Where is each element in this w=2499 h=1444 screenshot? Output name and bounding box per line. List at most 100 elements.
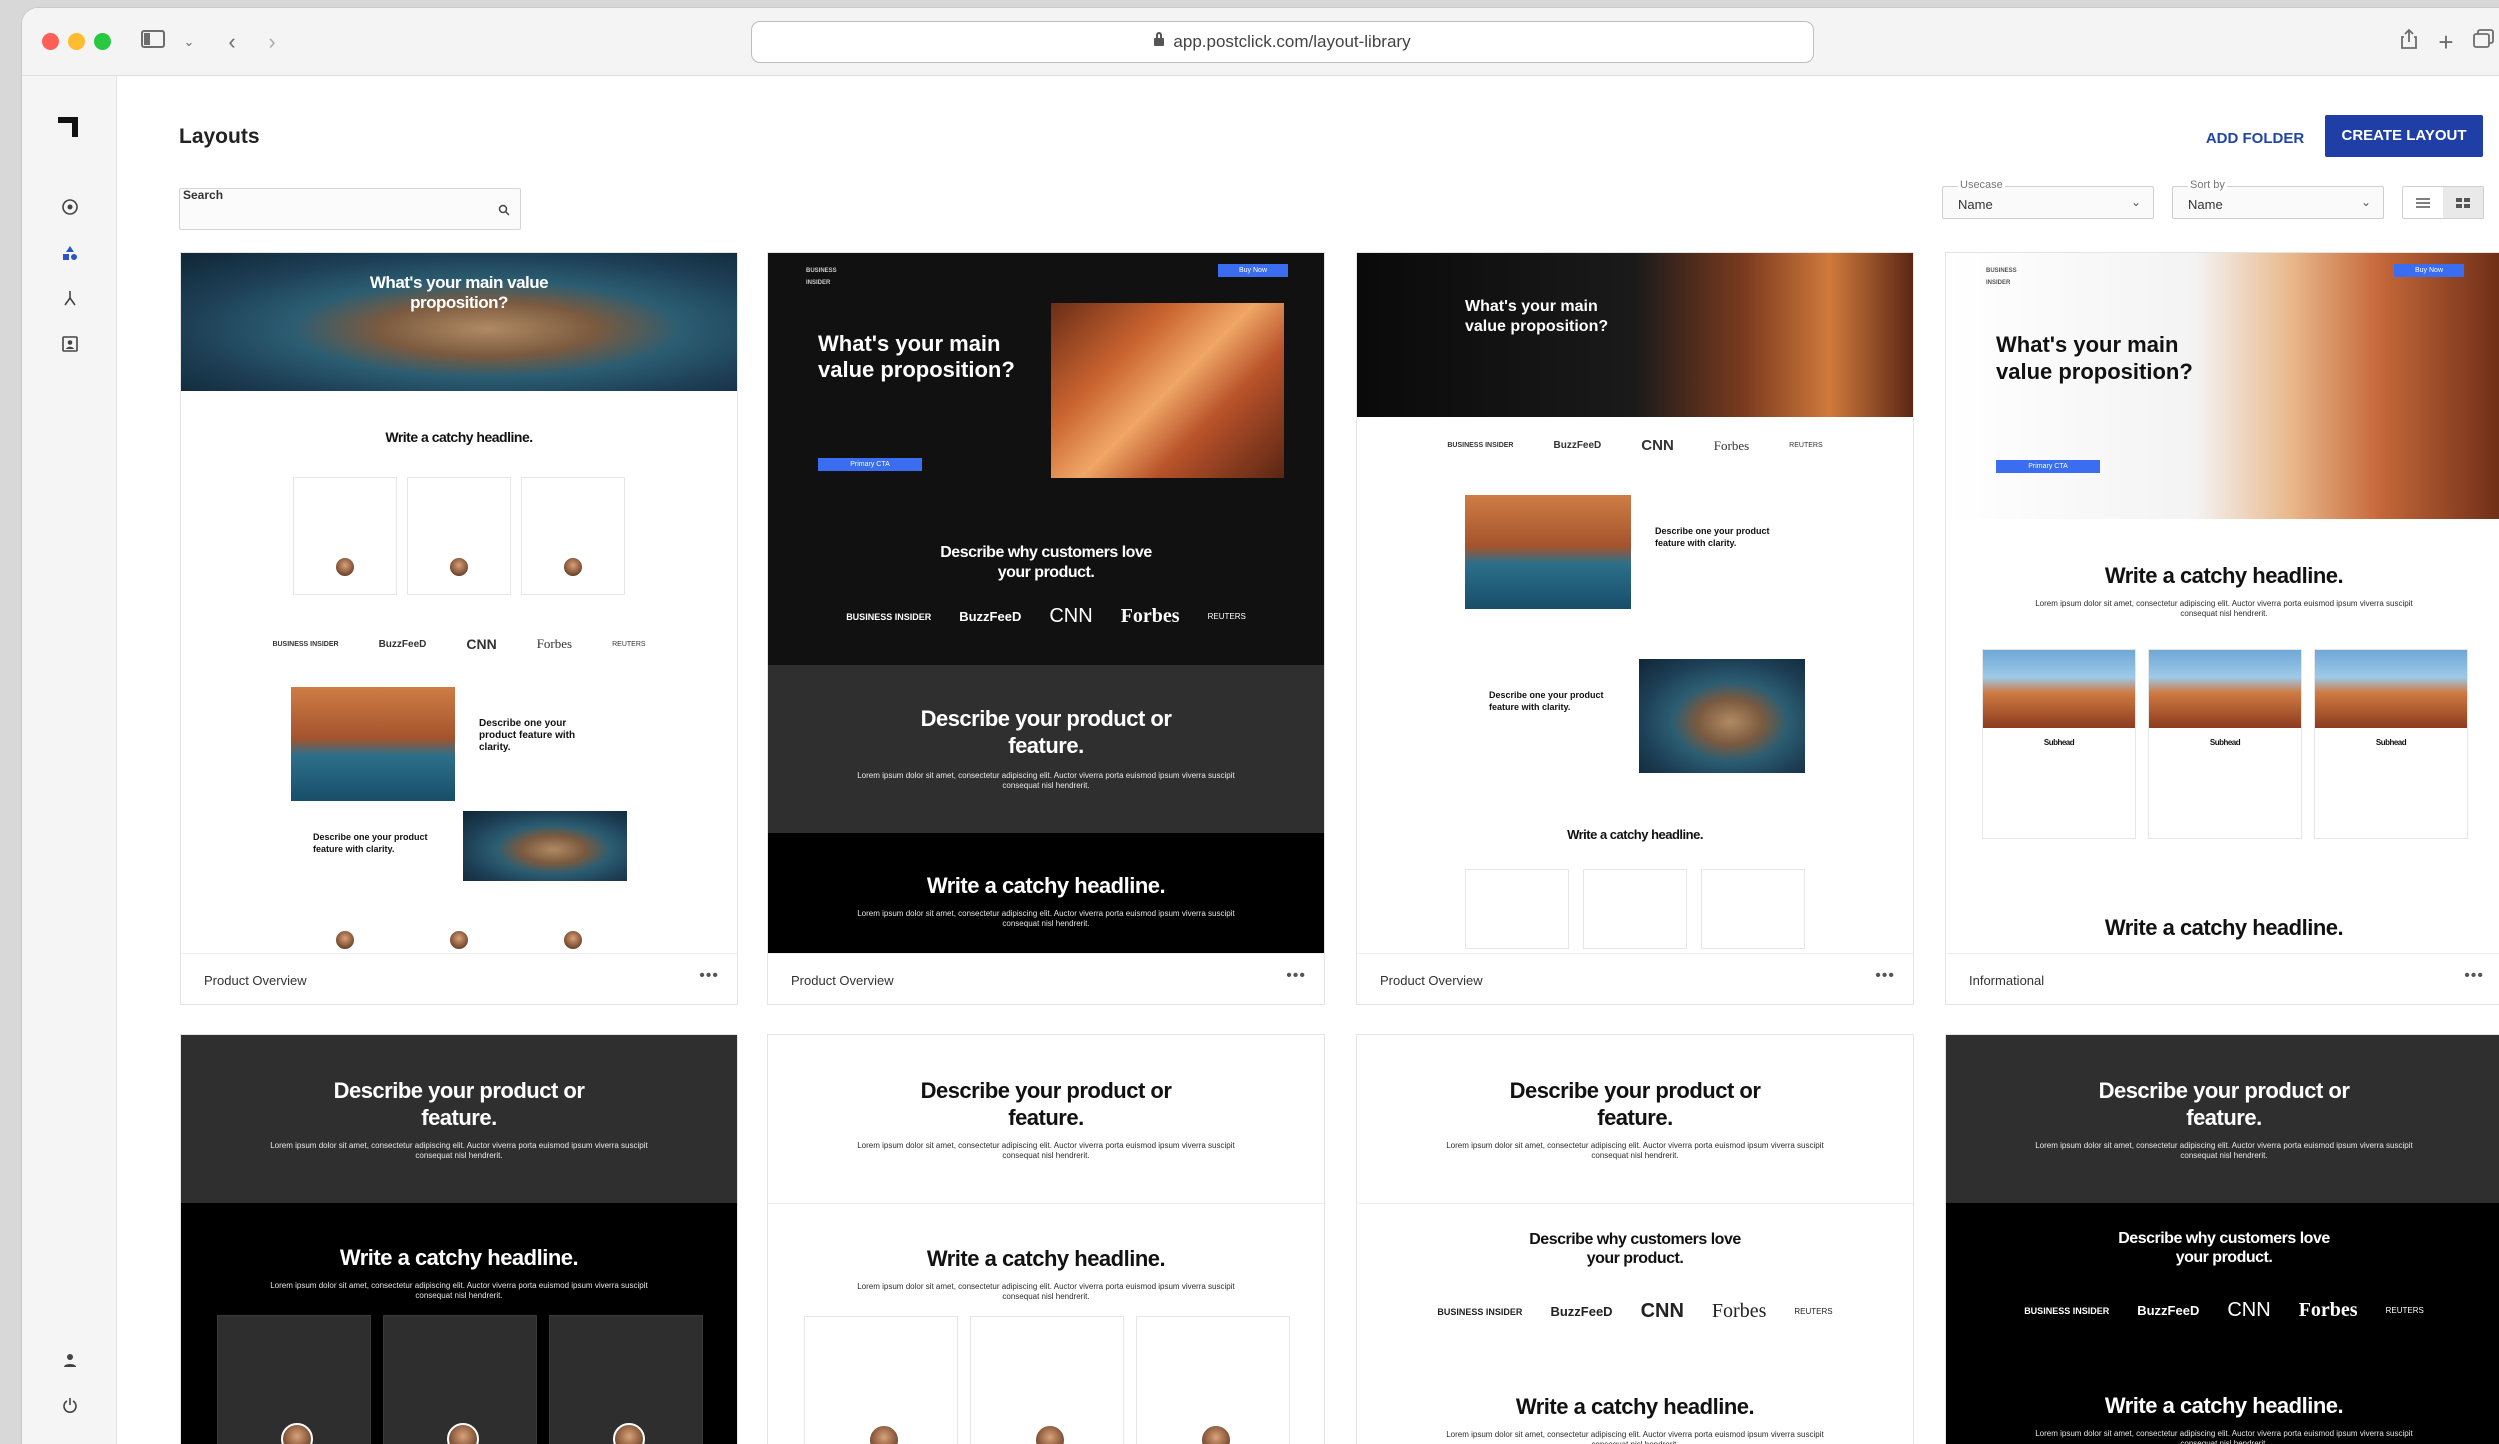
subhead-card: Subhead [1982,649,2136,839]
layout-card[interactable]: Describe your product or feature. Lorem … [1945,1034,2499,1444]
feature-image [463,811,627,881]
brand-logo: CNN [466,636,497,652]
more-options-icon[interactable]: ••• [1875,967,1895,985]
layout-card[interactable]: BUSINESS INSIDER Buy Now What's your mai… [767,252,1325,1005]
add-folder-button[interactable]: ADD FOLDER [2202,121,2308,157]
usecase-label: Usecase [1958,179,2005,191]
usecase-select[interactable]: Usecase Name ⌄ [1942,179,2154,219]
hero-section: BUSINESS INSIDER Buy Now What's your mai… [768,253,1324,665]
sortby-value: Name [2188,197,2223,212]
chevron-down-icon[interactable]: ⌄ [182,28,196,56]
assets-icon[interactable] [60,335,80,355]
section-body: Lorem ipsum dolor sit amet, consectetur … [2035,1429,2413,1444]
back-icon[interactable]: ‹ [222,28,242,56]
list-view-icon[interactable] [2403,187,2443,218]
sortby-label: Sort by [2188,179,2227,191]
experiments-icon[interactable] [60,289,80,309]
main-content: Layouts ADD FOLDER CREATE LAYOUT Search … [117,76,2499,1444]
layout-card[interactable]: What's your main value proposition? Writ… [180,252,738,1005]
search-icon[interactable] [498,203,510,216]
more-options-icon[interactable]: ••• [1286,967,1306,985]
avatar [334,929,356,951]
hero-image: What's your main value proposition? [181,253,737,391]
brand-logo: BuzzFeeD [959,609,1022,624]
sortby-select[interactable]: Sort by Name ⌄ [2172,179,2384,219]
catchy-section: Write a catchy headline. Lorem ipsum dol… [768,1203,1324,1444]
minimize-window-button[interactable] [68,33,85,50]
section-headline: Describe why customers love your product… [940,544,1152,581]
layout-preview: BUSINESS INSIDER Buy Now What's your mai… [768,253,1324,953]
section-body: Lorem ipsum dolor sit amet, consectetur … [2035,599,2413,618]
page-title: Layouts [179,125,260,148]
layouts-icon[interactable] [60,244,80,264]
new-tab-icon[interactable]: + [2434,28,2458,56]
zoom-window-button[interactable] [94,33,111,50]
layout-card[interactable]: What's your main value proposition? BUSI… [1356,252,1914,1005]
section-body: Lorem ipsum dolor sit amet, consectetur … [270,1281,648,1300]
tabs-overview-icon[interactable] [2472,28,2496,56]
press-logos: BUSINESS INSIDER BuzzFeeD CNN Forbes REU… [181,636,737,652]
subhead-card: Subhead [2314,649,2468,839]
brand-logo: REUTERS [612,640,646,648]
browser-toolbar: ⌄ ‹ › app.postclick.com/layout-library + [22,8,2499,76]
card-subhead: Subhead [2043,738,2075,747]
feature-headline: Describe one your product feature with c… [1489,690,1604,712]
feature-image [291,687,455,801]
buy-now-button: Buy Now [2394,264,2464,277]
card-image [1983,650,2135,728]
power-icon[interactable] [60,1397,80,1417]
avatar [334,556,356,578]
brand-logo: BuzzFeeD [2137,1303,2200,1318]
layout-card[interactable]: Describe your product or feature. Lorem … [1356,1034,1914,1444]
search-input[interactable] [188,203,488,218]
layout-card[interactable]: Describe your product or feature. Lorem … [767,1034,1325,1444]
product-section: Describe your product or feature. Lorem … [768,1035,1324,1203]
section-body: Lorem ipsum dolor sit amet, consectetur … [857,1141,1235,1160]
brand-logo: Forbes [1120,605,1180,627]
section-headline: Write a catchy headline. [926,873,1166,898]
dashboard-icon[interactable] [60,198,80,218]
brand-logo: BUSINESS INSIDER [846,611,932,622]
forward-icon[interactable]: › [262,28,282,56]
grid-view-icon[interactable] [2443,187,2483,218]
share-icon[interactable] [2397,28,2421,56]
feature-headline: Describe one your product feature with c… [313,832,428,854]
address-bar[interactable]: app.postclick.com/layout-library [751,21,1814,63]
card-name: Product Overview [791,973,894,988]
primary-cta-button: Primary CTA [1996,460,2100,473]
card-footer: Product Overview ••• [768,953,1324,1004]
chevron-down-icon: ⌄ [2130,195,2141,209]
section-headline: Describe why customers love your product… [1529,1231,1741,1267]
buy-now-button: Buy Now [1218,264,1288,277]
content-section: Write a catchy headline. BUSINESS INSIDE… [181,391,737,953]
subhead-card: Subhead [2148,649,2302,839]
brand-logo: CNN [1640,1300,1684,1322]
section-headline: Describe your product or feature. [2098,1078,2350,1130]
customers-section: Describe why customers love your product… [1946,1203,2499,1444]
search-field[interactable] [179,188,521,230]
testimonial-card [1701,869,1805,949]
section-body: Lorem ipsum dolor sit amet, consectetur … [1446,1430,1824,1444]
section-headline: Describe why customers love your product… [2118,1230,2330,1266]
user-icon[interactable] [60,1352,80,1372]
sidebar-toggle-icon[interactable] [140,28,166,56]
section-headline: Write a catchy headline. [926,1246,1166,1271]
brand-logo: REUTERS [2385,1306,2424,1315]
feature-headline: Describe one your product feature with c… [479,718,576,753]
layout-card[interactable]: BUSINESS INSIDER Buy Now What's your mai… [1945,252,2499,1005]
create-layout-button[interactable]: CREATE LAYOUT [2325,115,2483,157]
more-options-icon[interactable]: ••• [699,967,719,985]
url-text: app.postclick.com/layout-library [1173,32,1411,51]
hero-headline: What's your main value proposition? [1996,332,2193,384]
more-options-icon[interactable]: ••• [2464,967,2484,985]
postclick-logo-icon[interactable] [55,114,83,140]
section-headline: Describe your product or feature. [920,706,1172,758]
section-headline: Write a catchy headline. [339,1245,579,1270]
layout-card[interactable]: Describe your product or feature. Lorem … [180,1034,738,1444]
layout-preview: What's your main value proposition? Writ… [181,253,737,953]
section-body: Lorem ipsum dolor sit amet, consectetur … [1446,1141,1824,1160]
catchy-section: Write a catchy headline. Lorem ipsum dol… [768,833,1324,953]
brand-logo: BUSINESS INSIDER [1986,268,2017,286]
press-logos: BUSINESS INSIDER BuzzFeeD CNN Forbes REU… [1357,1300,1913,1323]
close-window-button[interactable] [42,33,59,50]
